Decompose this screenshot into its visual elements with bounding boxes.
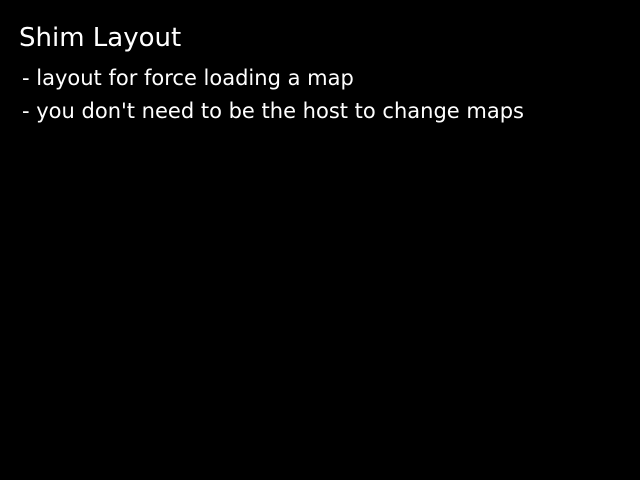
notes-list: - layout for force loading a map - you d… bbox=[22, 62, 524, 128]
note-item: - you don't need to be the host to chang… bbox=[22, 99, 524, 123]
slide-canvas: Shim Layout - layout for force loading a… bbox=[0, 0, 640, 480]
note-item: - layout for force loading a map bbox=[22, 66, 354, 90]
slide-title: Shim Layout bbox=[19, 23, 182, 53]
